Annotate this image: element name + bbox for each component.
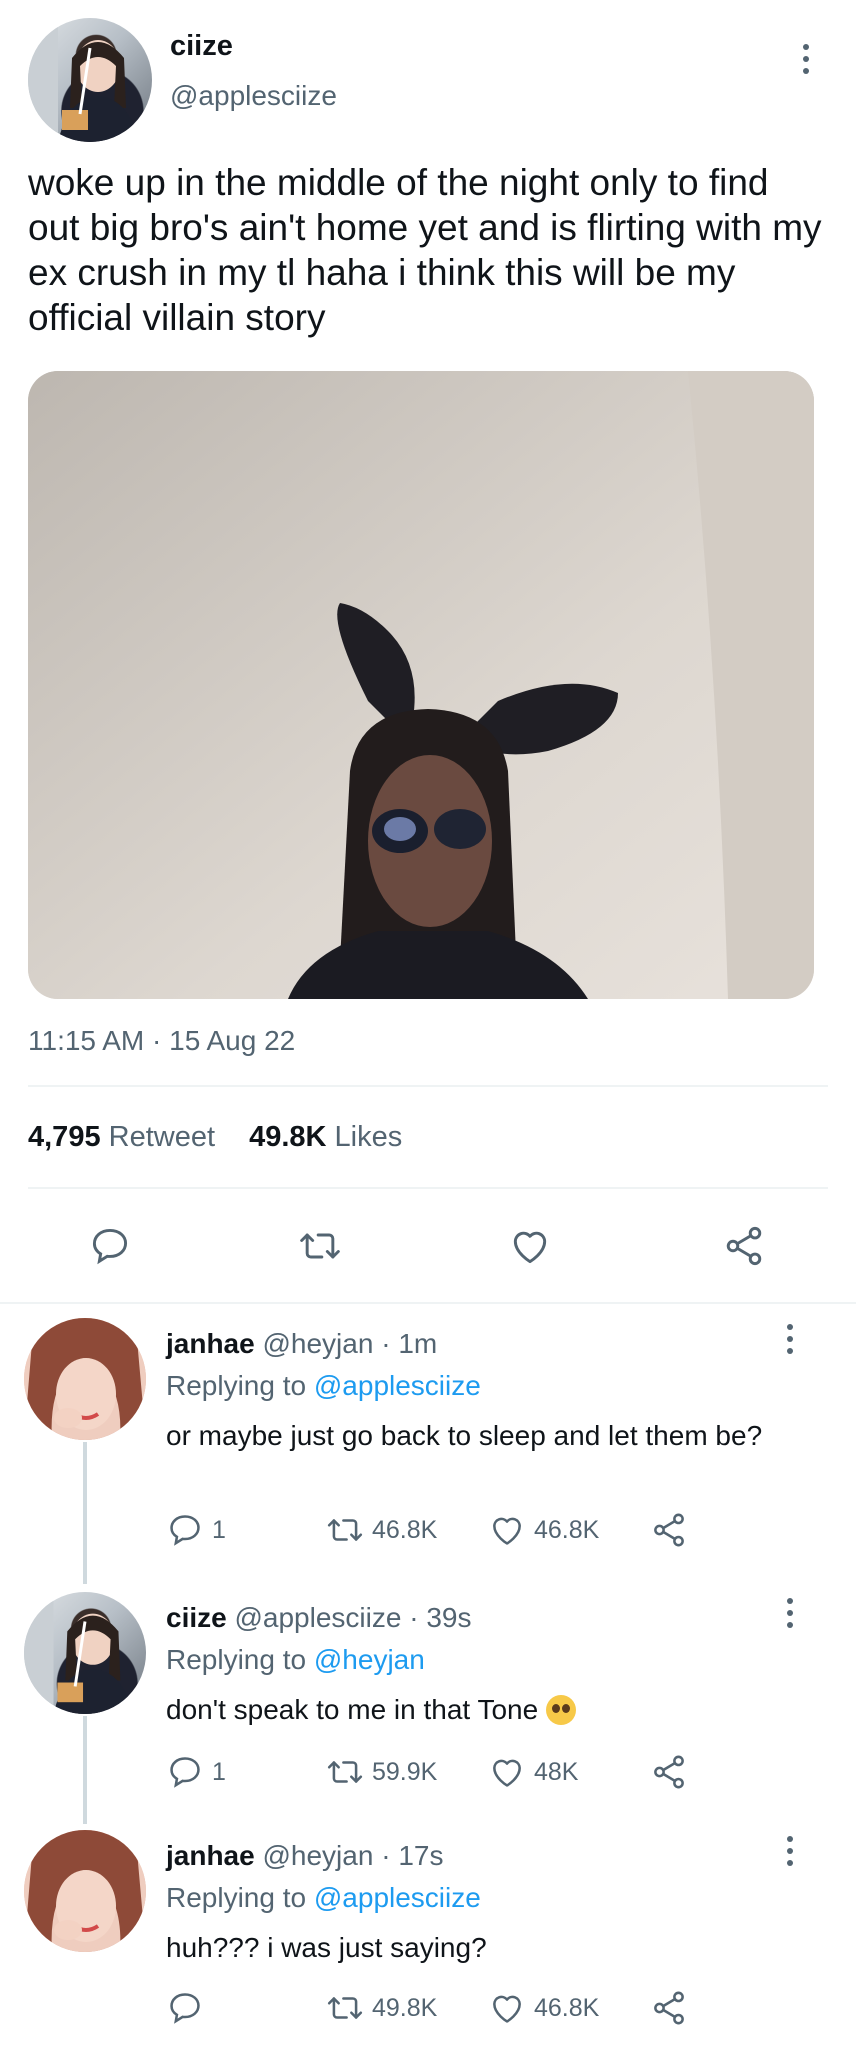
- separator: ·: [381, 1840, 391, 1871]
- tweet-action-bar: [0, 1210, 856, 1280]
- reply-text: or maybe just go back to sleep and let t…: [166, 1420, 763, 1451]
- author-avatar[interactable]: [28, 18, 152, 142]
- reply-icon: [170, 1515, 200, 1546]
- reply-avatar[interactable]: [24, 1830, 146, 1952]
- like-button[interactable]: 46.8K: [488, 1986, 599, 2030]
- divider: [28, 1187, 828, 1189]
- tweet-photo[interactable]: [28, 371, 814, 999]
- photo-illustration: [28, 371, 814, 999]
- retweet-count: 49.8K: [372, 1993, 438, 2022]
- separator: ·: [409, 1602, 419, 1633]
- more-options-icon[interactable]: [778, 1598, 802, 1628]
- reply-tweet[interactable]: janhae @heyjan · 1m Replying to @applesc…: [0, 1318, 856, 1578]
- like-label[interactable]: Likes: [335, 1121, 403, 1153]
- reply-count: 1: [212, 1757, 226, 1786]
- reply-actions: 1 46.8K 46.8K: [166, 1508, 726, 1552]
- like-icon[interactable]: [508, 1224, 552, 1268]
- avatar-photo: [28, 18, 140, 142]
- timestamp-separator: ·: [152, 1025, 162, 1056]
- reply-author-handle[interactable]: @applesciize: [234, 1602, 401, 1633]
- like-button[interactable]: 46.8K: [488, 1508, 599, 1552]
- more-options-icon[interactable]: [778, 1836, 802, 1866]
- like-count: 46.8K: [534, 1993, 600, 2022]
- retweet-count: 46.8K: [372, 1515, 438, 1544]
- retweet-icon[interactable]: [298, 1224, 342, 1268]
- share-icon: [654, 1755, 684, 1789]
- reply-author-name[interactable]: janhae: [166, 1840, 255, 1871]
- reply-author-name[interactable]: janhae: [166, 1328, 255, 1359]
- pleading-face-emoji: [545, 1694, 576, 1725]
- author-handle[interactable]: @applesciize: [170, 80, 337, 112]
- like-button[interactable]: 48K: [488, 1750, 578, 1794]
- replying-to-label: Replying to: [166, 1370, 307, 1401]
- retweet-icon: [327, 1761, 363, 1783]
- reply-actions: 1 59.9K 48K: [166, 1750, 726, 1794]
- avatar-photo: [24, 1592, 135, 1714]
- retweet-count: 59.9K: [372, 1757, 438, 1786]
- like-icon: [493, 1995, 521, 2023]
- retweet-icon: [327, 1997, 363, 2019]
- retweet-label[interactable]: Retweet: [109, 1121, 215, 1153]
- separator: ·: [381, 1328, 391, 1359]
- retweet-icon: [327, 1519, 363, 1541]
- retweet-button[interactable]: 59.9K: [326, 1750, 437, 1794]
- reply-avatar[interactable]: [24, 1592, 146, 1714]
- avatar-photo: [24, 1318, 146, 1440]
- reply-age[interactable]: 1m: [398, 1328, 437, 1359]
- replying-to-handle[interactable]: @applesciize: [314, 1370, 481, 1401]
- tweet-text: woke up in the middle of the night only …: [28, 162, 822, 338]
- reply-text: don't speak to me in that Tone: [166, 1694, 539, 1725]
- like-count[interactable]: 49.8K: [249, 1121, 326, 1153]
- reply-author-name[interactable]: ciize: [166, 1602, 227, 1633]
- tweet-date: 15 Aug 22: [169, 1025, 296, 1056]
- reply-author-handle[interactable]: @heyjan: [262, 1840, 373, 1871]
- share-button[interactable]: [650, 1508, 696, 1552]
- reply-icon: [170, 1993, 200, 2024]
- author-name[interactable]: ciize: [170, 30, 233, 63]
- like-icon: [493, 1517, 521, 1545]
- replying-to-label: Replying to: [166, 1882, 307, 1913]
- tweet-time: 11:15 AM: [28, 1025, 145, 1056]
- replying-to-handle[interactable]: @heyjan: [314, 1644, 425, 1675]
- like-count: 48K: [534, 1757, 579, 1786]
- tweet-timestamp[interactable]: 11:15 AM · 15 Aug 22: [28, 1025, 295, 1057]
- like-count: 46.8K: [534, 1515, 600, 1544]
- reply-button[interactable]: 1: [166, 1750, 226, 1794]
- reply-tweet[interactable]: janhae @heyjan · 17s Replying to @apples…: [0, 1830, 856, 2048]
- more-options-icon[interactable]: [794, 44, 818, 74]
- reply-age[interactable]: 17s: [398, 1840, 443, 1871]
- reply-button[interactable]: 1: [166, 1508, 226, 1552]
- replying-to-label: Replying to: [166, 1644, 307, 1675]
- reply-avatar[interactable]: [24, 1318, 146, 1440]
- divider: [0, 1302, 856, 1304]
- divider: [28, 1085, 828, 1087]
- reply-age[interactable]: 39s: [426, 1602, 471, 1633]
- reply-count: 1: [212, 1515, 226, 1544]
- retweet-count[interactable]: 4,795: [28, 1121, 101, 1153]
- reply-icon: [170, 1757, 200, 1788]
- retweet-button[interactable]: 49.8K: [326, 1986, 437, 2030]
- share-button[interactable]: [650, 1750, 696, 1794]
- retweet-button[interactable]: 46.8K: [326, 1508, 437, 1552]
- reply-actions: 49.8K 46.8K: [166, 1986, 726, 2030]
- reply-icon[interactable]: [88, 1224, 132, 1268]
- share-icon: [654, 1991, 684, 2025]
- tweet-stats: 4,795 Retweet 49.8K Likes: [28, 1121, 428, 1154]
- share-button[interactable]: [650, 1986, 696, 2030]
- avatar-photo: [24, 1830, 146, 1952]
- reply-author-handle[interactable]: @heyjan: [262, 1328, 373, 1359]
- more-options-icon[interactable]: [778, 1324, 802, 1354]
- reply-text: huh??? i was just saying?: [166, 1932, 487, 1963]
- reply-tweet[interactable]: ciize @applesciize · 39s Replying to @he…: [0, 1592, 856, 1832]
- replying-to-handle[interactable]: @applesciize: [314, 1882, 481, 1913]
- share-icon[interactable]: [722, 1224, 766, 1268]
- share-icon: [654, 1513, 684, 1547]
- reply-button[interactable]: [166, 1986, 212, 2030]
- like-icon: [493, 1759, 521, 1787]
